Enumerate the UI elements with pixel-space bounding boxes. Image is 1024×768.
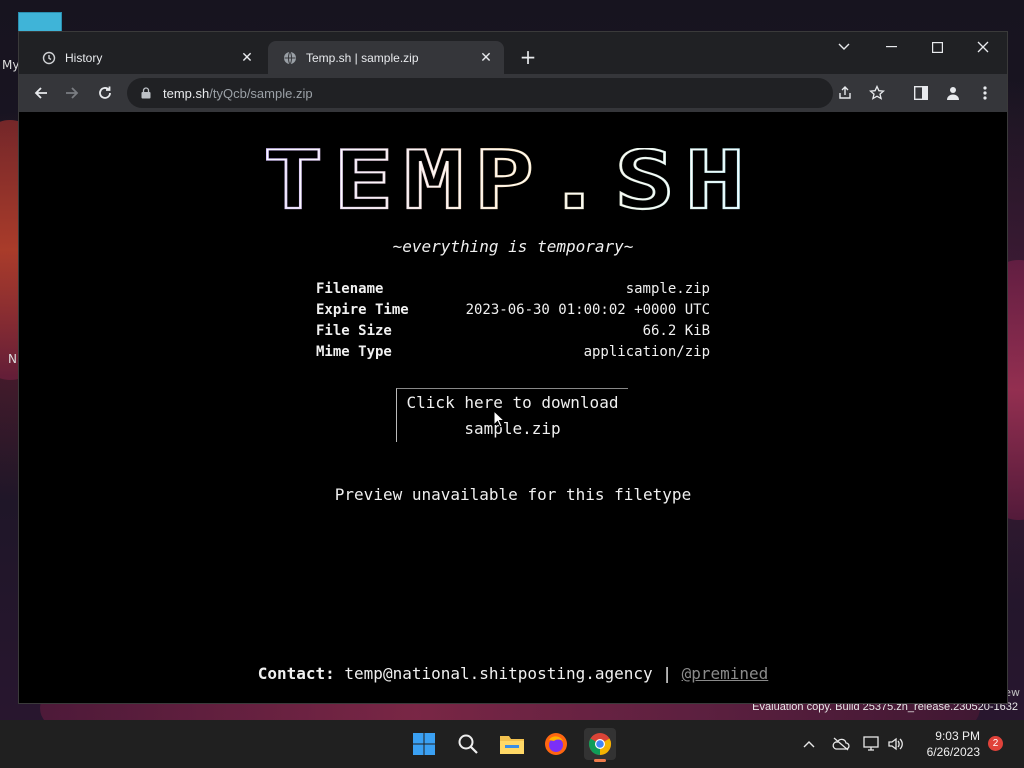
clock-date: 6/26/2023	[926, 745, 980, 759]
preview-message: Preview unavailable for this filetype	[334, 485, 692, 504]
info-key: Expire Time	[316, 302, 409, 318]
svg-text:TEMP.SH: TEMP.SH	[263, 148, 755, 218]
close-tab-icon[interactable]: ✕	[478, 49, 494, 66]
mouse-cursor-icon	[493, 410, 505, 428]
lock-icon[interactable]	[139, 86, 153, 100]
new-tab-button[interactable]: +	[517, 45, 539, 69]
forward-arrow-icon[interactable]	[60, 81, 84, 105]
tab-search-chevron-icon[interactable]	[821, 32, 867, 62]
tagline: ~everything is temporary~	[392, 237, 634, 256]
chrome-icon[interactable]	[584, 728, 616, 762]
premined-link[interactable]: @premined	[682, 664, 769, 683]
info-row-file-size: File Size 66.2 KiB	[316, 321, 710, 342]
info-row-mime-type: Mime Type application/zip	[316, 342, 710, 363]
contact-footer: Contact: temp@national.shitposting.agenc…	[19, 664, 1007, 683]
info-value: 2023-06-30 01:00:02 +0000 UTC	[465, 302, 710, 318]
contact-email: temp@national.shitposting.agency	[344, 664, 653, 683]
firefox-icon[interactable]	[540, 728, 572, 760]
side-panel-icon[interactable]	[909, 81, 933, 105]
reload-icon[interactable]	[93, 81, 117, 105]
close-tab-icon[interactable]: ✕	[239, 49, 255, 66]
chevron-up-icon[interactable]	[799, 734, 819, 754]
kebab-menu-icon[interactable]	[973, 81, 997, 105]
network-icon[interactable]	[862, 734, 882, 754]
volume-icon[interactable]	[886, 734, 906, 754]
page-content: TEMP.SH TEMP.SH ~everything is temporary…	[19, 112, 1007, 703]
start-icon[interactable]	[408, 728, 440, 760]
tab-label: History	[65, 50, 103, 65]
search-icon[interactable]	[452, 728, 484, 760]
download-label: Click here to download	[406, 393, 619, 412]
info-key: Filename	[316, 281, 384, 297]
url-host: temp.sh	[163, 85, 210, 101]
desktop-icon-label: N	[8, 352, 17, 366]
url-path: /tyQcb/sample.zip	[209, 85, 313, 101]
temp-sh-logo: TEMP.SH TEMP.SH	[262, 148, 755, 218]
info-row-filename: Filename sample.zip	[316, 279, 710, 300]
share-icon[interactable]	[833, 81, 857, 105]
file-info-table: Filename sample.zip Expire Time 2023-06-…	[316, 279, 710, 363]
contact-separator: |	[662, 664, 672, 683]
system-clock[interactable]: 9:03 PM 6/26/2023	[910, 728, 980, 760]
clock-time: 9:03 PM	[935, 729, 980, 743]
address-bar[interactable]: temp.sh/tyQcb/sample.zip	[127, 78, 885, 108]
maximize-button[interactable]	[914, 32, 960, 62]
contact-label: Contact:	[257, 664, 335, 683]
notification-badge[interactable]: 2	[988, 736, 1003, 751]
info-value: sample.zip	[625, 281, 710, 297]
download-filename: sample.zip	[464, 419, 561, 438]
tab-strip: History ✕ Temp.sh | sample.zip ✕ +	[19, 32, 1007, 74]
tab-temp-sh[interactable]: Temp.sh | sample.zip ✕	[268, 41, 504, 74]
file-explorer-icon[interactable]	[496, 728, 528, 760]
onedrive-offline-icon[interactable]	[831, 734, 851, 754]
tab-label: Temp.sh | sample.zip	[306, 50, 419, 65]
globe-icon	[282, 50, 298, 66]
history-icon	[41, 50, 57, 66]
info-row-expire-time: Expire Time 2023-06-30 01:00:02 +0000 UT…	[316, 300, 710, 321]
profile-icon[interactable]	[941, 81, 965, 105]
close-window-button[interactable]	[960, 32, 1006, 62]
desktop-icon-label: My	[2, 58, 20, 72]
tab-history[interactable]: History ✕	[27, 41, 265, 74]
bookmark-star-icon[interactable]	[865, 81, 889, 105]
info-value: application/zip	[583, 344, 710, 360]
back-arrow-icon[interactable]	[29, 81, 53, 105]
info-key: File Size	[316, 323, 392, 339]
browser-window: History ✕ Temp.sh | sample.zip ✕ + temp.…	[18, 31, 1008, 704]
minimize-button[interactable]	[868, 32, 914, 62]
taskbar: 9:03 PM 6/26/2023	[0, 720, 1024, 768]
info-value: 66.2 KiB	[642, 323, 710, 339]
download-button[interactable]: Click here to download sample.zip	[396, 388, 628, 442]
info-key: Mime Type	[316, 344, 392, 360]
browser-toolbar: temp.sh/tyQcb/sample.zip	[19, 74, 1007, 112]
